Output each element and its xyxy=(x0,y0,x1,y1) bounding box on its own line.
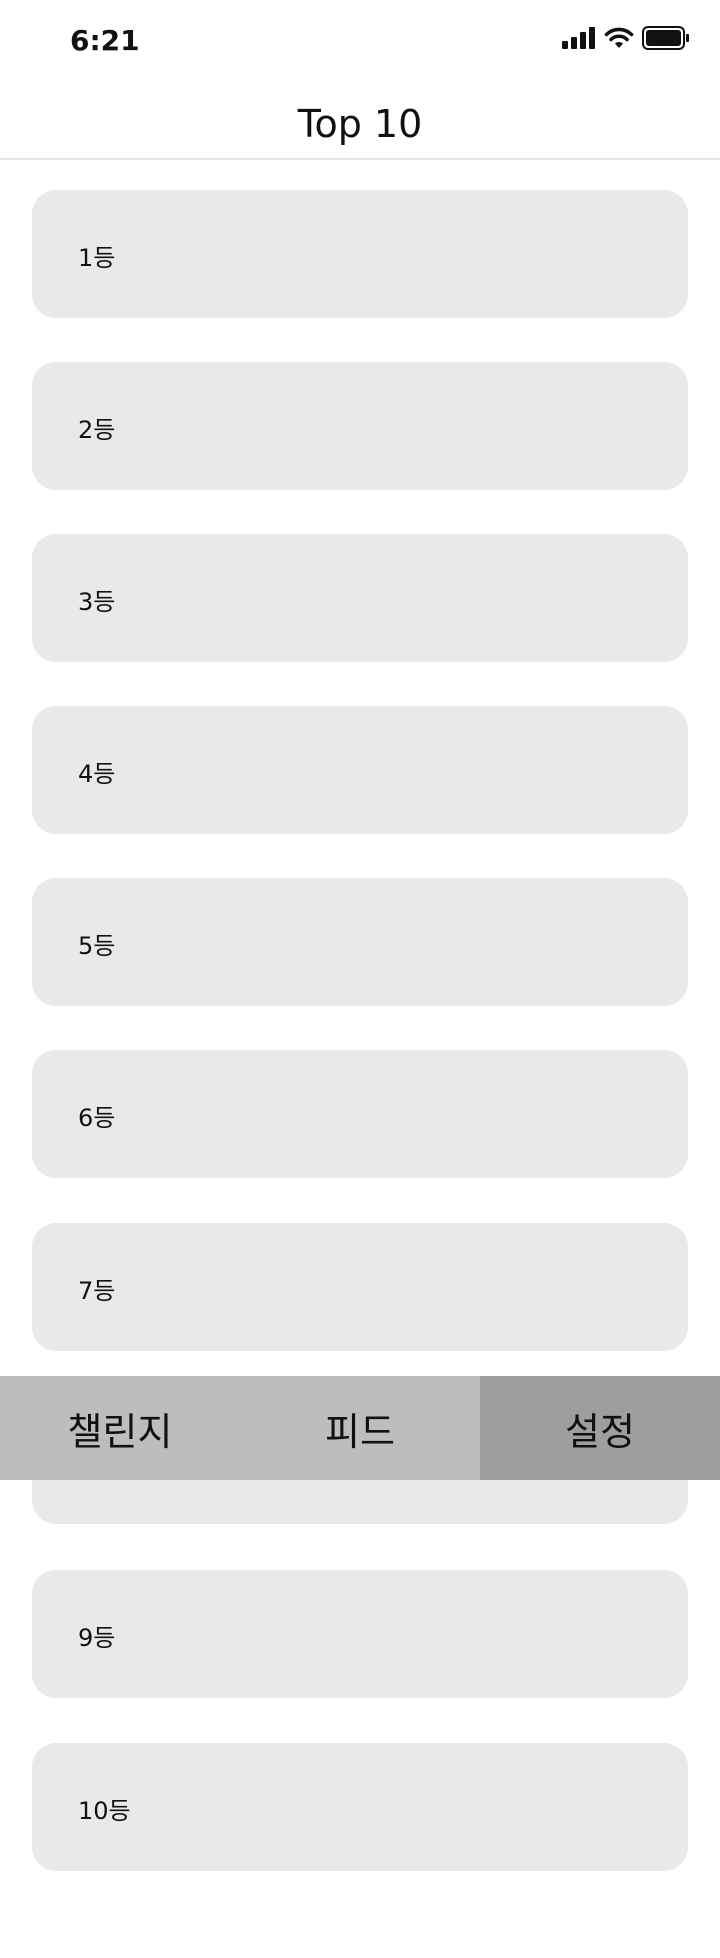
rank-label: 2등 xyxy=(78,416,116,444)
tab-settings[interactable]: 설정 xyxy=(480,1376,720,1480)
tab-challenge[interactable]: 챌린지 xyxy=(0,1376,240,1480)
rank-card-4[interactable]: 4등 xyxy=(32,706,688,834)
rank-card-9[interactable]: 9등 xyxy=(32,1570,688,1698)
cellular-signal-icon xyxy=(562,27,596,53)
rank-card-1[interactable]: 1등 xyxy=(32,190,688,318)
status-time: 6:21 xyxy=(70,24,140,57)
rank-label: 6등 xyxy=(78,1104,116,1132)
page-title: Top 10 xyxy=(297,102,423,146)
rank-label: 5등 xyxy=(78,932,116,960)
rank-card-3[interactable]: 3등 xyxy=(32,534,688,662)
status-bar: 6:21 xyxy=(0,0,720,80)
rank-card-6[interactable]: 6등 xyxy=(32,1050,688,1178)
rank-label: 4등 xyxy=(78,760,116,788)
rank-label: 9등 xyxy=(78,1624,116,1652)
status-icons xyxy=(562,26,690,54)
rank-label: 1등 xyxy=(78,244,116,272)
rank-label: 7등 xyxy=(78,1277,116,1305)
navigation-bar: Top 10 xyxy=(0,80,720,160)
rank-card-7[interactable]: 7등 xyxy=(32,1223,688,1351)
rank-card-2[interactable]: 2등 xyxy=(32,362,688,490)
rank-card-10[interactable]: 10등 xyxy=(32,1743,688,1871)
wifi-icon xyxy=(604,27,634,53)
rank-label: 10등 xyxy=(78,1797,131,1825)
tab-feed[interactable]: 피드 xyxy=(240,1376,480,1480)
rank-card-5[interactable]: 5등 xyxy=(32,878,688,1006)
rank-label: 3등 xyxy=(78,588,116,616)
tab-bar: 챌린지 피드 설정 xyxy=(0,1376,720,1480)
battery-icon xyxy=(642,26,690,54)
